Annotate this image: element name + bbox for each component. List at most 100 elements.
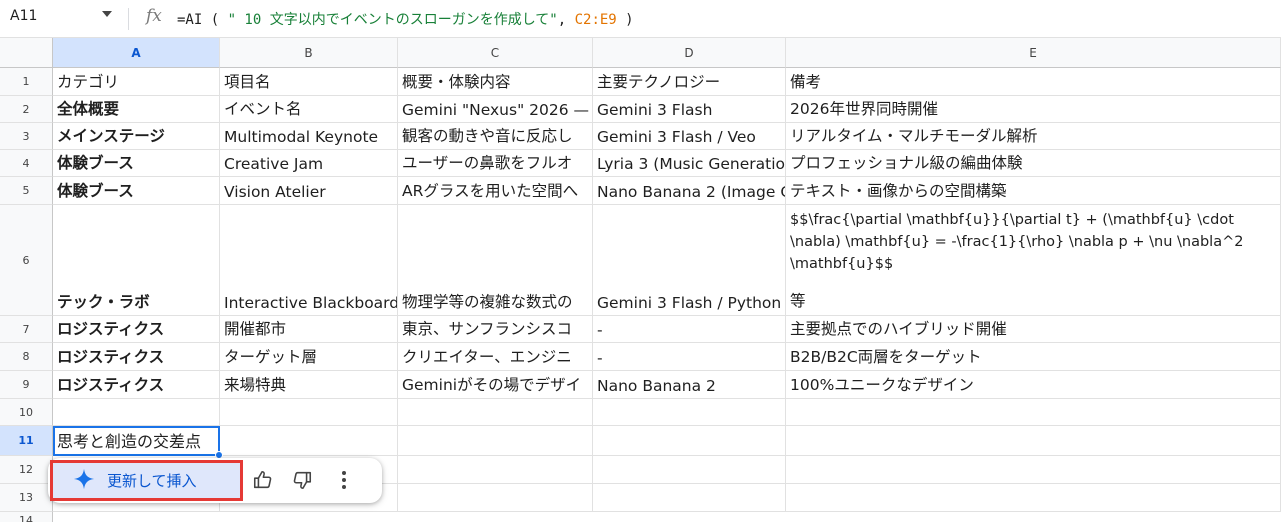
row-header-14[interactable]: 14 (0, 512, 53, 522)
cell-e10[interactable] (786, 399, 1281, 426)
row-header-2[interactable]: 2 (0, 96, 53, 123)
cell-e7[interactable]: 主要拠点でのハイブリッド開催 (786, 316, 1281, 343)
select-all-corner[interactable] (0, 38, 53, 68)
cell-e9[interactable]: 100%ユニークなデザイン (786, 371, 1281, 399)
cell-d7[interactable]: - (593, 316, 786, 343)
cell-c12[interactable] (398, 456, 593, 484)
formula-bar: A11 fx =AI ( " 10 文字以内でイベントのスローガンを作成して",… (0, 0, 1281, 38)
cell-a4[interactable]: 体験ブース (53, 150, 220, 177)
cell-a3[interactable]: メインステージ (53, 123, 220, 150)
cell-d10[interactable] (593, 399, 786, 426)
sparkle-icon (73, 468, 95, 494)
cell-d5[interactable]: Nano Banana 2 (Image G (593, 177, 786, 205)
cell-e8[interactable]: B2B/B2C両層をターゲット (786, 343, 1281, 371)
cell-c5[interactable]: ARグラスを用いた空間へ (398, 177, 593, 205)
row-header-4[interactable]: 4 (0, 150, 53, 177)
formula-bar-divider (128, 8, 129, 30)
formula-suffix: ) (616, 12, 634, 28)
cell-b9[interactable]: 来場特典 (220, 371, 398, 399)
cell-c9[interactable]: Geminiがその場でデザイ (398, 371, 593, 399)
thumbs-down-icon[interactable] (288, 466, 316, 494)
name-box-dropdown-icon[interactable] (102, 11, 112, 17)
formula-separator: , (557, 12, 575, 28)
row-header-1[interactable]: 1 (0, 68, 53, 96)
cell-d2[interactable]: Gemini 3 Flash (593, 96, 786, 123)
cell-b7[interactable]: 開催都市 (220, 316, 398, 343)
cell-c6[interactable]: 物理学等の複雑な数式の (398, 205, 593, 316)
row-header-11[interactable]: 11 (0, 426, 53, 456)
cell-c7[interactable]: 東京、サンフランシスコ (398, 316, 593, 343)
cell-d11[interactable] (593, 426, 786, 456)
ai-suggestion-popup: 更新して挿入 (48, 458, 382, 503)
name-box[interactable]: A11 (10, 8, 37, 24)
cell-e6-formula-text: $$\frac{\partial \mathbf{u}}{\partial t}… (790, 212, 1244, 272)
cell-e11[interactable] (786, 426, 1281, 456)
cell-c8[interactable]: クリエイター、エンジニ (398, 343, 593, 371)
row-header-5[interactable]: 5 (0, 177, 53, 205)
row-header-10[interactable]: 10 (0, 399, 53, 426)
formula-string-arg: " 10 文字以内でイベントのスローガンを作成して" (227, 12, 558, 28)
active-cell-outline (53, 426, 220, 456)
row-header-12[interactable]: 12 (0, 456, 53, 484)
thumbs-up-icon[interactable] (249, 466, 277, 494)
column-header-b[interactable]: B (220, 38, 398, 68)
row-header-13[interactable]: 13 (0, 484, 53, 512)
cell-c11[interactable] (398, 426, 593, 456)
cell-e2[interactable]: 2026年世界同時開催 (786, 96, 1281, 123)
cell-a8[interactable]: ロジスティクス (53, 343, 220, 371)
row-header-6[interactable]: 6 (0, 205, 53, 316)
cell-c4[interactable]: ユーザーの鼻歌をフルオ (398, 150, 593, 177)
cell-a5[interactable]: 体験ブース (53, 177, 220, 205)
cell-e1[interactable]: 備考 (786, 68, 1281, 96)
column-header-e[interactable]: E (786, 38, 1281, 68)
cell-d1[interactable]: 主要テクノロジー (593, 68, 786, 96)
update-and-insert-label: 更新して挿入 (107, 472, 197, 490)
cell-d6[interactable]: Gemini 3 Flash / Python (593, 205, 786, 316)
cell-b11[interactable] (220, 426, 398, 456)
cell-b6[interactable]: Interactive Blackboard (220, 205, 398, 316)
cell-b8[interactable]: ターゲット層 (220, 343, 398, 371)
row-header-9[interactable]: 9 (0, 371, 53, 399)
cell-e5[interactable]: テキスト・画像からの空間構築 (786, 177, 1281, 205)
row-header-3[interactable]: 3 (0, 123, 53, 150)
cell-b2[interactable]: イベント名 (220, 96, 398, 123)
update-and-insert-button[interactable]: 更新して挿入 (50, 460, 243, 501)
cell-a6[interactable]: テック・ラボ (53, 205, 220, 316)
cell-a10[interactable] (53, 399, 220, 426)
cell-d8[interactable]: - (593, 343, 786, 371)
fx-icon: fx (146, 6, 162, 26)
cell-c3[interactable]: 観客の動きや音に反応し (398, 123, 593, 150)
formula-input[interactable]: =AI ( " 10 文字以内でイベントのスローガンを作成して", C2:E9 … (177, 9, 634, 29)
cell-b5[interactable]: Vision Atelier (220, 177, 398, 205)
column-header-a[interactable]: A (53, 38, 220, 68)
cell-c1[interactable]: 概要・体験内容 (398, 68, 593, 96)
cell-d13[interactable] (593, 484, 786, 512)
cell-b4[interactable]: Creative Jam (220, 150, 398, 177)
cell-e4[interactable]: プロフェッショナル級の編曲体験 (786, 150, 1281, 177)
cell-e12[interactable] (786, 456, 1281, 484)
cell-d12[interactable] (593, 456, 786, 484)
cell-d9[interactable]: Nano Banana 2 (593, 371, 786, 399)
cell-b1[interactable]: 項目名 (220, 68, 398, 96)
cell-e3[interactable]: リアルタイム・マルチモーダル解析 (786, 123, 1281, 150)
formula-prefix: =AI ( (177, 12, 228, 28)
cell-e6[interactable]: $$\frac{\partial \mathbf{u}}{\partial t}… (786, 205, 1281, 316)
formula-range-arg: C2:E9 (574, 12, 617, 28)
column-header-d[interactable]: D (593, 38, 786, 68)
cell-a7[interactable]: ロジスティクス (53, 316, 220, 343)
cell-c2[interactable]: Gemini "Nexus" 2026 — (398, 96, 593, 123)
cell-a9[interactable]: ロジスティクス (53, 371, 220, 399)
more-vert-icon[interactable] (330, 466, 358, 494)
cell-a1[interactable]: カテゴリ (53, 68, 220, 96)
cell-c10[interactable] (398, 399, 593, 426)
cell-c13[interactable] (398, 484, 593, 512)
row-header-8[interactable]: 8 (0, 343, 53, 371)
cell-b10[interactable] (220, 399, 398, 426)
cell-e13[interactable] (786, 484, 1281, 512)
cell-b3[interactable]: Multimodal Keynote (220, 123, 398, 150)
cell-d4[interactable]: Lyria 3 (Music Generatio (593, 150, 786, 177)
cell-a2[interactable]: 全体概要 (53, 96, 220, 123)
column-header-c[interactable]: C (398, 38, 593, 68)
cell-d3[interactable]: Gemini 3 Flash / Veo (593, 123, 786, 150)
row-header-7[interactable]: 7 (0, 316, 53, 343)
